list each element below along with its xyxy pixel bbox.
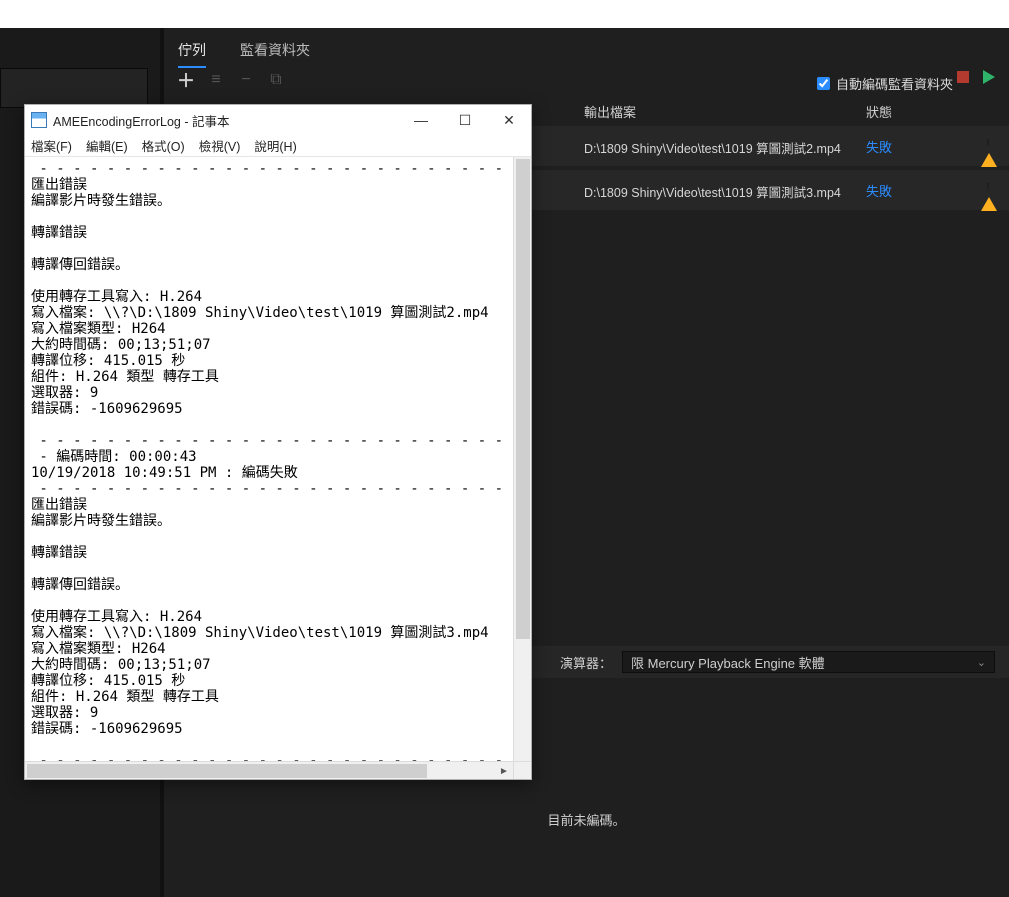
menu-edit[interactable]: 編輯(E) [86,136,128,155]
status-footer: 目前未編碼。 [164,810,1009,829]
notepad-app-icon [31,112,47,128]
notepad-window[interactable]: AMEEncodingErrorLog - 記事本 ― ☐ ✕ 檔案(F) 編輯… [24,104,532,780]
menu-file[interactable]: 檔案(F) [31,136,72,155]
remove-icon[interactable]: − [238,72,254,88]
maximize-button[interactable]: ☐ [443,105,487,135]
queue-toolbar: ＋ ≡ − ⧉ [178,72,284,88]
scrollbar-thumb[interactable] [27,764,427,778]
notepad-menu: 檔案(F) 編輯(E) 格式(O) 檢視(V) 說明(H) [25,135,531,157]
auto-encode-watch-input[interactable] [817,77,830,90]
scrollbar-vertical[interactable] [513,157,531,761]
menu-format[interactable]: 格式(O) [142,136,185,155]
left-pane-box [0,68,148,108]
queue-tabs: 佇列 監看資料夾 [178,40,310,68]
output-path[interactable]: D:\1809 Shiny\Video\test\1019 算圖測試3.mp4 [584,182,841,201]
output-path[interactable]: D:\1809 Shiny\Video\test\1019 算圖測試2.mp4 [584,138,841,157]
scrollbar-thumb[interactable] [516,159,530,639]
warning-icon[interactable] [981,180,997,198]
stop-button[interactable] [957,71,969,83]
collapse-icon[interactable]: ≡ [208,72,224,88]
scroll-resize-grip[interactable] [513,761,531,779]
renderer-value: 限 Mercury Playback Engine 軟體 [631,653,825,672]
run-controls [957,70,995,84]
notepad-title: AMEEncodingErrorLog - 記事本 [53,111,399,130]
status-badge[interactable]: 失敗 [866,137,892,156]
menu-view[interactable]: 檢視(V) [199,136,241,155]
tab-queue[interactable]: 佇列 [178,40,206,68]
minimize-button[interactable]: ― [399,105,443,135]
notepad-text-area[interactable]: - - - - - - - - - - - - - - - - - - - - … [25,157,531,761]
notepad-titlebar[interactable]: AMEEncodingErrorLog - 記事本 ― ☐ ✕ [25,105,531,135]
add-icon[interactable]: ＋ [178,72,194,88]
renderer-select[interactable]: 限 Mercury Playback Engine 軟體 ⌄ [622,651,995,673]
scroll-right-icon[interactable]: ► [495,762,513,780]
column-status[interactable]: 狀態 [866,102,892,121]
close-button[interactable]: ✕ [487,105,531,135]
duplicate-icon[interactable]: ⧉ [268,72,284,88]
start-button[interactable] [983,70,995,84]
window-top-strip [0,0,1009,28]
column-output[interactable]: 輸出檔案 [584,102,636,121]
scrollbar-horizontal[interactable]: ◄ ► [25,761,513,779]
status-badge[interactable]: 失敗 [866,181,892,200]
menu-help[interactable]: 說明(H) [254,136,296,155]
auto-encode-watch-checkbox[interactable]: 自動編碼監看資料夾 [817,74,953,93]
tab-watch-folders[interactable]: 監看資料夾 [240,40,310,66]
auto-encode-watch-label: 自動編碼監看資料夾 [836,74,953,93]
warning-icon[interactable] [981,136,997,154]
chevron-down-icon: ⌄ [977,656,986,669]
